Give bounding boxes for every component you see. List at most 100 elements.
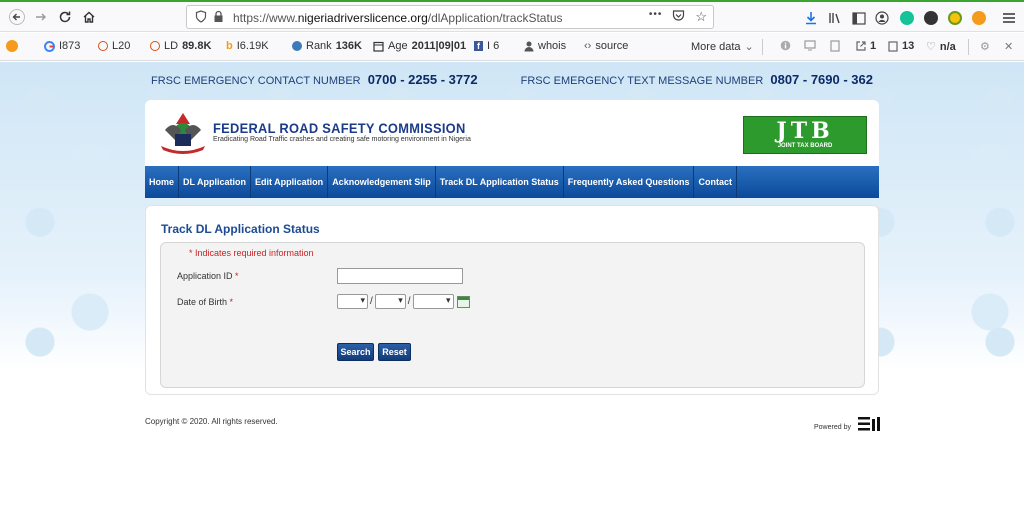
age-value: 2011|09|01: [411, 40, 467, 52]
extension-yellow-icon[interactable]: [946, 10, 964, 26]
shield-icon[interactable]: [195, 10, 207, 26]
home-icon: [83, 11, 95, 23]
forward-button[interactable]: [30, 6, 52, 28]
external-links-item[interactable]: 1: [856, 40, 876, 52]
source-item[interactable]: ‹› source: [584, 40, 628, 52]
url-host: nigeriadriverslicence.org: [297, 11, 428, 25]
rating-item[interactable]: ♡ n/a: [926, 40, 956, 54]
date-separator: /: [407, 296, 411, 307]
whois-item[interactable]: whois: [524, 40, 566, 52]
library-icon[interactable]: [826, 10, 844, 26]
jtb-logo[interactable]: JTB JOINT TAX BOARD: [743, 116, 867, 154]
sidebar-icon[interactable]: [850, 10, 868, 26]
ld-item[interactable]: LD 89.8K: [150, 40, 211, 52]
monitor-icon[interactable]: [804, 40, 816, 51]
pocket-icon[interactable]: [672, 9, 685, 25]
extension-sun-icon[interactable]: [970, 10, 988, 26]
application-id-label-text: Application ID: [177, 271, 233, 281]
dob-label-text: Date of Birth: [177, 297, 228, 307]
pages-value: 13: [902, 40, 915, 52]
close-icon[interactable]: ✕: [1004, 40, 1013, 53]
menu-item-acknowledgement-slip[interactable]: Acknowledgement Slip: [328, 166, 436, 198]
powered-by-label: Powered by: [814, 424, 851, 431]
bing-item[interactable]: b I6.19K: [226, 40, 269, 52]
age-item[interactable]: Age 2011|09|01: [373, 40, 466, 52]
l-circle-icon: [98, 41, 108, 51]
bookmark-star-icon[interactable]: ☆: [695, 9, 707, 25]
facebook-item[interactable]: f I 6: [474, 40, 499, 52]
reload-icon: [59, 11, 71, 23]
home-button[interactable]: [78, 6, 100, 28]
application-id-input[interactable]: [337, 268, 463, 284]
back-button[interactable]: [6, 6, 28, 28]
org-tagline: Eradicating Road Traffic crashes and cre…: [213, 136, 471, 143]
external-links-value: 1: [870, 40, 877, 52]
rank-item[interactable]: Rank 136K: [292, 40, 362, 52]
google-index-item[interactable]: I873: [44, 40, 80, 52]
dob-selects: / /: [337, 294, 470, 309]
emergency-contact-number: 0700 - 2255 - 3772: [367, 71, 478, 87]
info-icon[interactable]: [780, 40, 791, 51]
org-name: FEDERAL ROAD SAFETY COMMISSION: [213, 120, 466, 136]
emergency-contact: FRSC EMERGENCY CONTACT NUMBER 0700 - 225…: [151, 72, 478, 87]
rank-icon: [292, 41, 302, 51]
seoquake-icon[interactable]: [6, 40, 18, 52]
application-id-label: Application ID *: [177, 271, 239, 281]
toolbar-divider: [762, 39, 763, 55]
account-icon[interactable]: [873, 10, 891, 26]
search-button[interactable]: Search: [337, 343, 374, 361]
whois-label: whois: [538, 40, 567, 52]
menu-item-home[interactable]: Home: [145, 166, 180, 198]
emergency-text: FRSC EMERGENCY TEXT MESSAGE NUMBER 0807 …: [521, 72, 873, 87]
download-icon[interactable]: [802, 10, 820, 26]
menu-item-faq[interactable]: Frequently Asked Questions: [564, 166, 695, 198]
bing-icon: b: [226, 40, 233, 52]
calendar-picker-icon[interactable]: [456, 295, 470, 308]
page-actions-icon[interactable]: •••: [649, 9, 663, 25]
google-index-value: I873: [59, 40, 81, 52]
page-title: Track DL Application Status: [161, 222, 320, 236]
page-icon[interactable]: [830, 40, 840, 52]
source-label: source: [595, 40, 629, 52]
pages-item[interactable]: 13: [888, 40, 914, 52]
extension-k-icon[interactable]: [922, 10, 940, 26]
more-data-dropdown[interactable]: More data ⌄: [691, 40, 754, 54]
more-data-label: More data: [691, 40, 741, 53]
grammarly-icon[interactable]: [898, 10, 916, 26]
web-page: FRSC EMERGENCY CONTACT NUMBER 0700 - 225…: [0, 62, 1024, 531]
lock-icon[interactable]: [213, 10, 224, 26]
dob-day-select[interactable]: [337, 294, 368, 309]
rank-value: 136K: [335, 40, 362, 52]
menu-item-dl-application[interactable]: DL Application: [179, 166, 252, 198]
l-item[interactable]: L20: [98, 40, 130, 52]
seo-toolbar: I873 L20 LD 89.8K b I6.19K Rank 136K Age 20…: [0, 33, 1024, 61]
menu-hamburger-icon[interactable]: [1000, 10, 1018, 26]
site-header: FEDERAL ROAD SAFETY COMMISSION Eradicati…: [145, 100, 879, 198]
vendor-logo[interactable]: [853, 417, 883, 431]
heart-icon: ♡: [926, 41, 936, 53]
menu-item-track-status[interactable]: Track DL Application Status: [436, 166, 564, 198]
settings-gear-icon[interactable]: ⚙: [980, 40, 990, 53]
menu-item-contact[interactable]: Contact: [694, 166, 737, 198]
reset-button[interactable]: Reset: [378, 343, 411, 361]
required-star: *: [229, 297, 234, 307]
dob-year-select[interactable]: [412, 294, 454, 309]
chevron-down-icon: ⌄: [744, 41, 754, 53]
address-bar[interactable]: https://www.nigeriadriverslicence.org/dl…: [186, 5, 714, 29]
toolbar-divider: [968, 39, 969, 55]
forward-arrow-icon: [36, 13, 46, 21]
reload-button[interactable]: [54, 6, 76, 28]
url-text[interactable]: https://www.nigeriadriverslicence.org/dl…: [233, 11, 563, 25]
dob-month-select[interactable]: [374, 294, 406, 309]
date-separator: /: [370, 296, 373, 307]
ld-value: 89.8K: [182, 40, 212, 52]
copyright-text: Copyright © 2020. All rights reserved.: [145, 417, 278, 426]
emergency-text-label: FRSC EMERGENCY TEXT MESSAGE NUMBER: [520, 74, 764, 87]
track-status-form: * Indicates required information Applica…: [160, 242, 865, 388]
menu-item-edit-application[interactable]: Edit Application: [251, 166, 329, 198]
frsc-crest-logo[interactable]: [157, 110, 209, 156]
required-star: *: [235, 271, 239, 281]
url-prefix: https://www.: [233, 11, 298, 25]
facebook-icon: f: [474, 41, 483, 51]
age-label: Age: [388, 40, 408, 52]
